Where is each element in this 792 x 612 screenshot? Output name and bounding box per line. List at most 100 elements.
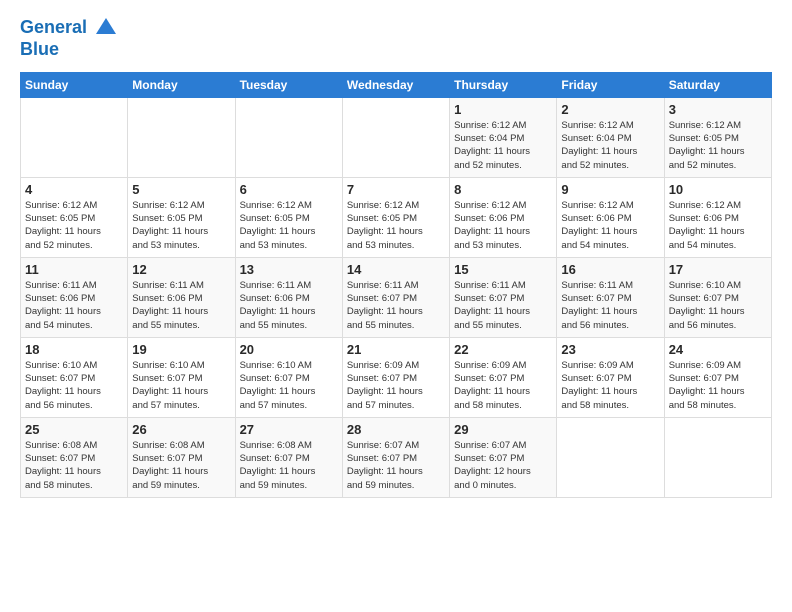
calendar-cell: 26 Sunrise: 6:08 AM Sunset: 6:07 PM Dayli… bbox=[128, 417, 235, 497]
calendar-cell: 3 Sunrise: 6:12 AM Sunset: 6:05 PM Daylig… bbox=[664, 97, 771, 177]
day-number: 14 bbox=[347, 262, 445, 277]
day-info: Sunrise: 6:11 AM Sunset: 6:06 PM Dayligh… bbox=[240, 279, 338, 332]
day-number: 11 bbox=[25, 262, 123, 277]
day-number: 20 bbox=[240, 342, 338, 357]
day-info: Sunrise: 6:09 AM Sunset: 6:07 PM Dayligh… bbox=[561, 359, 659, 412]
day-info: Sunrise: 6:11 AM Sunset: 6:07 PM Dayligh… bbox=[347, 279, 445, 332]
day-info: Sunrise: 6:12 AM Sunset: 6:05 PM Dayligh… bbox=[669, 119, 767, 172]
calendar-cell bbox=[557, 417, 664, 497]
calendar-cell: 15 Sunrise: 6:11 AM Sunset: 6:07 PM Dayli… bbox=[450, 257, 557, 337]
calendar-cell bbox=[21, 97, 128, 177]
calendar-cell: 25 Sunrise: 6:08 AM Sunset: 6:07 PM Dayli… bbox=[21, 417, 128, 497]
day-info: Sunrise: 6:10 AM Sunset: 6:07 PM Dayligh… bbox=[240, 359, 338, 412]
calendar-cell bbox=[235, 97, 342, 177]
day-number: 17 bbox=[669, 262, 767, 277]
day-number: 1 bbox=[454, 102, 552, 117]
col-header-monday: Monday bbox=[128, 72, 235, 97]
day-info: Sunrise: 6:12 AM Sunset: 6:06 PM Dayligh… bbox=[669, 199, 767, 252]
day-number: 15 bbox=[454, 262, 552, 277]
col-header-thursday: Thursday bbox=[450, 72, 557, 97]
day-number: 28 bbox=[347, 422, 445, 437]
day-number: 12 bbox=[132, 262, 230, 277]
day-number: 9 bbox=[561, 182, 659, 197]
col-header-saturday: Saturday bbox=[664, 72, 771, 97]
day-number: 29 bbox=[454, 422, 552, 437]
day-info: Sunrise: 6:08 AM Sunset: 6:07 PM Dayligh… bbox=[25, 439, 123, 492]
day-info: Sunrise: 6:07 AM Sunset: 6:07 PM Dayligh… bbox=[454, 439, 552, 492]
col-header-friday: Friday bbox=[557, 72, 664, 97]
day-info: Sunrise: 6:09 AM Sunset: 6:07 PM Dayligh… bbox=[347, 359, 445, 412]
day-number: 26 bbox=[132, 422, 230, 437]
day-number: 24 bbox=[669, 342, 767, 357]
day-info: Sunrise: 6:12 AM Sunset: 6:06 PM Dayligh… bbox=[454, 199, 552, 252]
calendar-cell: 11 Sunrise: 6:11 AM Sunset: 6:06 PM Dayli… bbox=[21, 257, 128, 337]
day-info: Sunrise: 6:10 AM Sunset: 6:07 PM Dayligh… bbox=[25, 359, 123, 412]
day-info: Sunrise: 6:12 AM Sunset: 6:04 PM Dayligh… bbox=[561, 119, 659, 172]
day-number: 23 bbox=[561, 342, 659, 357]
day-info: Sunrise: 6:12 AM Sunset: 6:05 PM Dayligh… bbox=[240, 199, 338, 252]
calendar-cell: 23 Sunrise: 6:09 AM Sunset: 6:07 PM Dayli… bbox=[557, 337, 664, 417]
logo-blue: Blue bbox=[20, 39, 59, 59]
calendar-cell: 2 Sunrise: 6:12 AM Sunset: 6:04 PM Daylig… bbox=[557, 97, 664, 177]
calendar-cell: 20 Sunrise: 6:10 AM Sunset: 6:07 PM Dayli… bbox=[235, 337, 342, 417]
day-info: Sunrise: 6:07 AM Sunset: 6:07 PM Dayligh… bbox=[347, 439, 445, 492]
day-number: 8 bbox=[454, 182, 552, 197]
day-number: 7 bbox=[347, 182, 445, 197]
day-info: Sunrise: 6:09 AM Sunset: 6:07 PM Dayligh… bbox=[669, 359, 767, 412]
day-number: 25 bbox=[25, 422, 123, 437]
calendar-cell: 7 Sunrise: 6:12 AM Sunset: 6:05 PM Daylig… bbox=[342, 177, 449, 257]
day-info: Sunrise: 6:12 AM Sunset: 6:06 PM Dayligh… bbox=[561, 199, 659, 252]
calendar-cell bbox=[664, 417, 771, 497]
day-number: 18 bbox=[25, 342, 123, 357]
day-info: Sunrise: 6:12 AM Sunset: 6:05 PM Dayligh… bbox=[132, 199, 230, 252]
day-number: 2 bbox=[561, 102, 659, 117]
calendar-cell: 27 Sunrise: 6:08 AM Sunset: 6:07 PM Dayli… bbox=[235, 417, 342, 497]
day-number: 3 bbox=[669, 102, 767, 117]
day-info: Sunrise: 6:11 AM Sunset: 6:07 PM Dayligh… bbox=[454, 279, 552, 332]
calendar-cell: 21 Sunrise: 6:09 AM Sunset: 6:07 PM Dayli… bbox=[342, 337, 449, 417]
day-number: 19 bbox=[132, 342, 230, 357]
calendar-cell bbox=[128, 97, 235, 177]
calendar-cell: 12 Sunrise: 6:11 AM Sunset: 6:06 PM Dayli… bbox=[128, 257, 235, 337]
day-info: Sunrise: 6:12 AM Sunset: 6:05 PM Dayligh… bbox=[347, 199, 445, 252]
day-number: 21 bbox=[347, 342, 445, 357]
col-header-tuesday: Tuesday bbox=[235, 72, 342, 97]
calendar-cell: 17 Sunrise: 6:10 AM Sunset: 6:07 PM Dayli… bbox=[664, 257, 771, 337]
day-info: Sunrise: 6:11 AM Sunset: 6:06 PM Dayligh… bbox=[25, 279, 123, 332]
calendar-cell bbox=[342, 97, 449, 177]
calendar-cell: 13 Sunrise: 6:11 AM Sunset: 6:06 PM Dayli… bbox=[235, 257, 342, 337]
day-number: 27 bbox=[240, 422, 338, 437]
calendar-cell: 9 Sunrise: 6:12 AM Sunset: 6:06 PM Daylig… bbox=[557, 177, 664, 257]
calendar-cell: 1 Sunrise: 6:12 AM Sunset: 6:04 PM Daylig… bbox=[450, 97, 557, 177]
day-info: Sunrise: 6:08 AM Sunset: 6:07 PM Dayligh… bbox=[240, 439, 338, 492]
calendar-cell: 4 Sunrise: 6:12 AM Sunset: 6:05 PM Daylig… bbox=[21, 177, 128, 257]
calendar-cell: 5 Sunrise: 6:12 AM Sunset: 6:05 PM Daylig… bbox=[128, 177, 235, 257]
day-number: 16 bbox=[561, 262, 659, 277]
day-info: Sunrise: 6:08 AM Sunset: 6:07 PM Dayligh… bbox=[132, 439, 230, 492]
calendar-cell: 10 Sunrise: 6:12 AM Sunset: 6:06 PM Dayli… bbox=[664, 177, 771, 257]
day-number: 4 bbox=[25, 182, 123, 197]
calendar-cell: 28 Sunrise: 6:07 AM Sunset: 6:07 PM Dayli… bbox=[342, 417, 449, 497]
day-info: Sunrise: 6:09 AM Sunset: 6:07 PM Dayligh… bbox=[454, 359, 552, 412]
calendar-cell: 22 Sunrise: 6:09 AM Sunset: 6:07 PM Dayli… bbox=[450, 337, 557, 417]
day-info: Sunrise: 6:10 AM Sunset: 6:07 PM Dayligh… bbox=[132, 359, 230, 412]
day-number: 22 bbox=[454, 342, 552, 357]
calendar-cell: 24 Sunrise: 6:09 AM Sunset: 6:07 PM Dayli… bbox=[664, 337, 771, 417]
calendar-cell: 6 Sunrise: 6:12 AM Sunset: 6:05 PM Daylig… bbox=[235, 177, 342, 257]
calendar-cell: 29 Sunrise: 6:07 AM Sunset: 6:07 PM Dayli… bbox=[450, 417, 557, 497]
day-info: Sunrise: 6:12 AM Sunset: 6:05 PM Dayligh… bbox=[25, 199, 123, 252]
day-info: Sunrise: 6:10 AM Sunset: 6:07 PM Dayligh… bbox=[669, 279, 767, 332]
col-header-wednesday: Wednesday bbox=[342, 72, 449, 97]
logo: General Blue bbox=[20, 16, 118, 60]
day-number: 5 bbox=[132, 182, 230, 197]
day-info: Sunrise: 6:11 AM Sunset: 6:06 PM Dayligh… bbox=[132, 279, 230, 332]
day-number: 13 bbox=[240, 262, 338, 277]
calendar-table: SundayMondayTuesdayWednesdayThursdayFrid… bbox=[20, 72, 772, 498]
day-info: Sunrise: 6:11 AM Sunset: 6:07 PM Dayligh… bbox=[561, 279, 659, 332]
col-header-sunday: Sunday bbox=[21, 72, 128, 97]
logo-general: General bbox=[20, 17, 87, 37]
day-number: 10 bbox=[669, 182, 767, 197]
day-info: Sunrise: 6:12 AM Sunset: 6:04 PM Dayligh… bbox=[454, 119, 552, 172]
calendar-cell: 8 Sunrise: 6:12 AM Sunset: 6:06 PM Daylig… bbox=[450, 177, 557, 257]
day-number: 6 bbox=[240, 182, 338, 197]
